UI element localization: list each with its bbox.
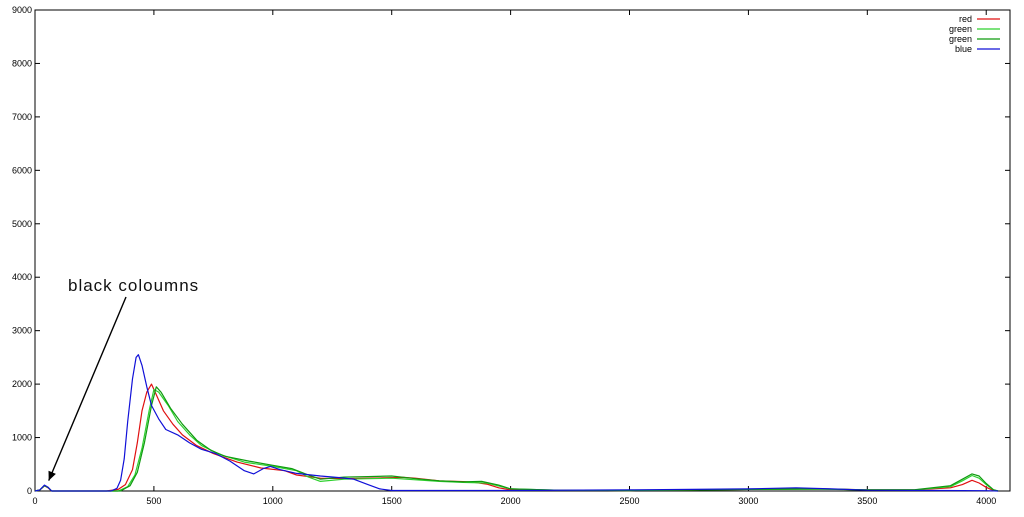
- legend-label: green: [949, 34, 972, 44]
- x-tick-label: 1000: [263, 496, 283, 506]
- y-tick-label: 0: [27, 486, 32, 496]
- annotation-arrow-line: [48, 296, 127, 481]
- y-tick-label: 6000: [12, 165, 32, 175]
- series-line-green-1: [34, 388, 999, 492]
- chart: 0 500 1000 1500 2000 2500 3000 3500 4000 0 1000 200…: [0, 0, 1024, 512]
- annotation-text: black coloumns: [68, 276, 199, 295]
- y-tick-label: 7000: [12, 112, 32, 122]
- x-tick-label: 1500: [382, 496, 402, 506]
- x-tick-label: 0: [32, 496, 37, 506]
- legend-label: blue: [955, 44, 972, 54]
- y-tick-label: 1000: [12, 433, 32, 443]
- series-line-red-0: [34, 383, 999, 492]
- y-tick-label: 4000: [12, 272, 32, 282]
- x-tick-label: 3000: [738, 496, 758, 506]
- annotation: black coloumns: [48, 276, 199, 481]
- x-tick-label: 4000: [976, 496, 996, 506]
- y-tick-label: 8000: [12, 58, 32, 68]
- y-tick-label: 2000: [12, 379, 32, 389]
- legend-label: red: [959, 14, 972, 24]
- series-line-green-2: [34, 386, 999, 492]
- x-tick-label: 3500: [857, 496, 877, 506]
- x-tick-label: 2000: [501, 496, 521, 506]
- axes: 0 500 1000 1500 2000 2500 3000 3500 4000 0 1000 200…: [12, 5, 1011, 506]
- legend: redgreengreenblue: [949, 14, 1000, 54]
- legend-label: green: [949, 24, 972, 34]
- y-tick-label: 9000: [12, 5, 32, 15]
- x-tick-label: 500: [146, 496, 161, 506]
- y-tick-label: 5000: [12, 219, 32, 229]
- line-chart: 0 500 1000 1500 2000 2500 3000 3500 4000 0 1000 200…: [12, 5, 1011, 506]
- series-lines: [34, 354, 999, 492]
- plot-frame: [34, 9, 1011, 492]
- x-tick-label: 2500: [619, 496, 639, 506]
- y-tick-label: 3000: [12, 326, 32, 336]
